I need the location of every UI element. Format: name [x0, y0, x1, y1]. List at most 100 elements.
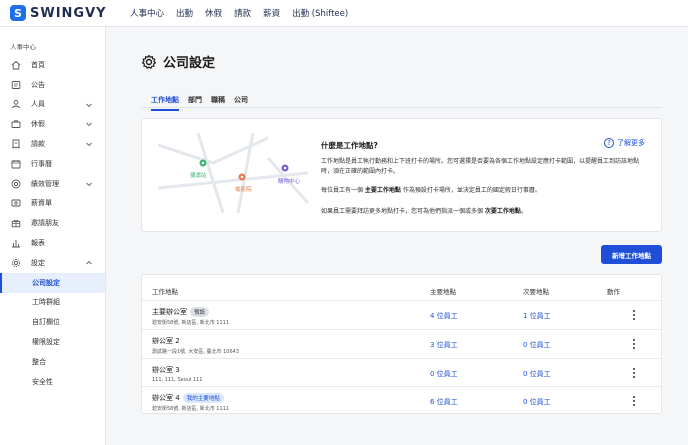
location-address: 111, 111, Seoul 111	[152, 377, 203, 383]
sidebar-item-label: 行事曆	[31, 159, 52, 168]
home-icon	[10, 59, 21, 70]
briefcase-icon	[10, 119, 21, 130]
primary-employees-link[interactable]: 0 位員工	[430, 369, 458, 379]
table-row[interactable]: 辦公室 3 111, 111, Seoul 111 0 位員工 0 位員工	[142, 358, 661, 387]
primary-employees-link[interactable]: 6 位員工	[430, 397, 458, 407]
locations-table: 工作地點 主要地點 次要地點 動作 主要辦公室 預設 碧安街58號, 新店區, 新…	[141, 274, 662, 414]
tabs-divider	[141, 107, 662, 108]
sidebar-subitem-integrations[interactable]: 整合	[0, 352, 105, 372]
info-card: 捷運站 電影院 購物中心 什麼是工作地點? ? 了解更多 工作地點是員工執行勤務…	[141, 118, 662, 232]
learn-more-link[interactable]: ? 了解更多	[604, 138, 645, 148]
topnav-payroll[interactable]: 薪資	[263, 7, 280, 19]
sidebar-item-people[interactable]: 人員	[0, 95, 105, 115]
sidebar-subitem-custom-fields[interactable]: 自訂欄位	[0, 312, 105, 332]
location-address: 測試路一段1號, 大安區, 臺北市 10643	[152, 349, 240, 355]
sidebar-item-label: 報表	[31, 239, 45, 248]
location-name: 主要辦公室	[152, 308, 187, 316]
sidebar-subitem-company-settings[interactable]: 公司設定	[0, 272, 105, 293]
chevron-down-icon	[86, 103, 92, 107]
page-title: 公司設定	[163, 56, 216, 71]
topnav-shiftee[interactable]: 出勤 (Shiftee)	[292, 7, 348, 19]
info-emphasis: 次要工作地點	[484, 208, 521, 215]
sidebar-item-label: 人員	[31, 100, 45, 109]
tab-company[interactable]: 公司	[234, 95, 248, 111]
sidebar-item-leave[interactable]: 休假	[0, 114, 105, 134]
sidebar-subitem-security[interactable]: 安全性	[0, 372, 105, 392]
sidebar-subitem-permissions[interactable]: 權限設定	[0, 332, 105, 352]
info-text: 如果員工需要拜訪更多地點打卡，您可為他們指派一個或多個	[321, 208, 485, 215]
receipt-icon	[10, 139, 21, 150]
primary-employees-link[interactable]: 4 位員工	[430, 311, 458, 321]
topnav-hr[interactable]: 人事中心	[130, 7, 164, 19]
sidebar-item-announcements[interactable]: 公告	[0, 75, 105, 95]
sidebar-item-label: 請款	[31, 140, 45, 149]
target-icon	[10, 178, 21, 189]
sidebar-subitem-work-groups[interactable]: 工時群組	[0, 293, 105, 313]
location-name: 辦公室 4	[152, 394, 180, 402]
sidebar-item-label: 休假	[31, 120, 45, 129]
sidebar-item-performance[interactable]: 績效管理	[0, 174, 105, 194]
status-badge: 我的主要地點	[182, 393, 224, 403]
sidebar-item-invite[interactable]: 邀請朋友	[0, 213, 105, 233]
secondary-employees-link[interactable]: 0 位員工	[523, 340, 551, 350]
sidebar-item-reports[interactable]: 報表	[0, 233, 105, 253]
gift-icon	[10, 218, 21, 229]
column-header-secondary: 次要地點	[523, 288, 549, 296]
sidebar-item-calendar[interactable]: 行事曆	[0, 154, 105, 174]
column-header-location: 工作地點	[152, 288, 178, 296]
primary-employees-link[interactable]: 3 位員工	[430, 340, 458, 350]
tab-work-locations[interactable]: 工作地點	[151, 95, 179, 111]
map-pin-green	[199, 159, 207, 167]
tab-job-titles[interactable]: 職稱	[211, 95, 225, 111]
topnav-leave[interactable]: 休假	[205, 7, 222, 19]
secondary-employees-link[interactable]: 0 位員工	[523, 397, 551, 407]
topnav-attendance[interactable]: 出勤	[176, 7, 193, 19]
tab-departments[interactable]: 部門	[188, 95, 202, 111]
sidebar-item-expense[interactable]: 請款	[0, 134, 105, 154]
info-paragraph-1: 工作地點是員工執行勤務和上下班打卡的場所。您可選擇是否要為各個工作地點設定應打卡…	[321, 158, 640, 175]
secondary-employees-link[interactable]: 1 位員工	[523, 311, 551, 321]
payslip-icon	[10, 198, 21, 209]
logo-mark: S	[10, 5, 26, 21]
info-text: 作為預設打卡場所，並決定員工的國定假日行事曆。	[400, 187, 541, 194]
info-text: 。	[520, 208, 527, 215]
tabs: 工作地點 部門 職稱 公司	[151, 95, 248, 111]
sidebar-item-home[interactable]: 首頁	[0, 55, 105, 75]
info-paragraph-2: 每位員工有一個 主要工作地點 作為預設打卡場所，並決定員工的國定假日行事曆。	[321, 186, 646, 196]
location-name: 辦公室 2	[152, 337, 180, 345]
person-icon	[10, 99, 21, 110]
topnav-expense[interactable]: 請款	[234, 7, 251, 19]
page-title-row: 公司設定	[141, 52, 215, 71]
sidebar-section-title: 人事中心	[10, 43, 36, 51]
more-options-icon[interactable]	[632, 338, 636, 350]
location-address: 碧安街58號, 新店區, 新北市 1111	[152, 406, 230, 412]
location-address: 碧安街58號, 新店區, 新北市 1111	[152, 320, 230, 326]
more-options-icon[interactable]	[632, 395, 636, 407]
table-row[interactable]: 主要辦公室 預設 碧安街58號, 新店區, 新北市 1111 4 位員工 1 位員…	[142, 300, 661, 329]
secondary-employees-link[interactable]: 0 位員工	[523, 369, 551, 379]
map-pin-orange	[238, 173, 246, 181]
table-row[interactable]: 辦公室 4 我的主要地點 碧安街58號, 新店區, 新北市 1111 6 位員工 …	[142, 386, 661, 415]
top-bar: S SWINGVY 人事中心 出勤 休假 請款 薪資 出勤 (Shiftee)	[0, 0, 688, 27]
sidebar-item-settings[interactable]: 設定	[0, 253, 105, 273]
sidebar-item-label: 公告	[31, 80, 45, 89]
sidebar-item-label: 設定	[31, 258, 45, 267]
location-name-cell: 辦公室 4 我的主要地點	[152, 393, 224, 403]
location-name-cell: 主要辦公室 預設	[152, 307, 210, 317]
help-icon: ?	[604, 138, 614, 148]
gear-icon	[141, 54, 157, 69]
sidebar-item-payslip[interactable]: 薪資單	[0, 194, 105, 214]
table-row[interactable]: 辦公室 2 測試路一段1號, 大安區, 臺北市 10643 3 位員工 0 位員…	[142, 329, 661, 358]
location-name: 辦公室 3	[152, 366, 180, 374]
sidebar-item-label: 績效管理	[31, 179, 59, 188]
logo-text: SWINGVY	[30, 5, 107, 21]
more-options-icon[interactable]	[632, 309, 636, 321]
gear-icon	[10, 257, 21, 268]
add-work-location-button[interactable]: 新增工作地點	[601, 245, 662, 264]
chevron-down-icon	[86, 182, 92, 186]
more-options-icon[interactable]	[632, 367, 636, 379]
logo[interactable]: S SWINGVY	[10, 5, 118, 21]
info-emphasis: 主要工作地點	[364, 187, 401, 194]
announcement-icon	[10, 79, 21, 90]
chevron-up-icon	[86, 260, 92, 265]
